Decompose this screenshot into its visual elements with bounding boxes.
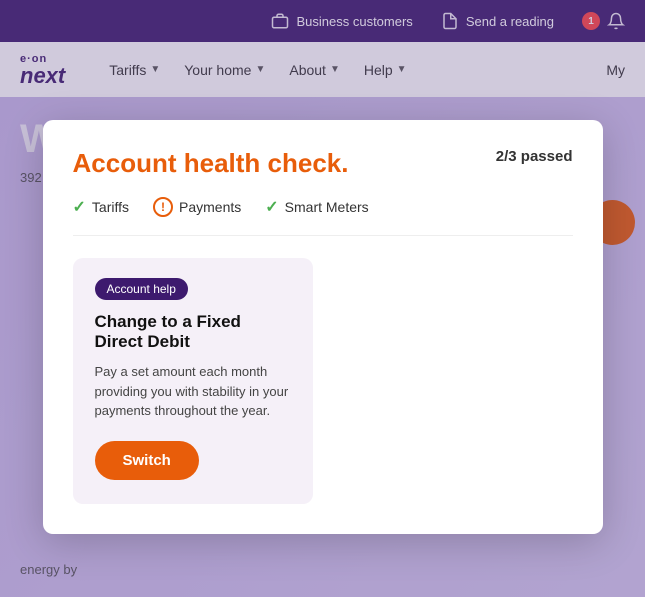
check-smart-meters: ✓ Smart Meters — [265, 197, 368, 217]
check-smart-meters-label: Smart Meters — [285, 199, 369, 215]
checkmark-icon: ✓ — [265, 197, 278, 217]
account-help-card: Account help Change to a Fixed Direct De… — [73, 258, 313, 504]
warning-icon: ! — [153, 197, 173, 217]
modal-overlay: Account health check. 2/3 passed ✓ Tarif… — [0, 0, 645, 597]
card-title: Change to a Fixed Direct Debit — [95, 312, 291, 352]
check-tariffs-label: Tariffs — [92, 199, 129, 215]
check-payments: ! Payments — [153, 197, 241, 217]
modal-title: Account health check. — [73, 148, 349, 179]
check-tariffs: ✓ Tariffs — [73, 197, 130, 217]
health-check-modal: Account health check. 2/3 passed ✓ Tarif… — [43, 120, 603, 534]
card-tag: Account help — [95, 278, 188, 300]
checkmark-icon: ✓ — [73, 197, 86, 217]
check-payments-label: Payments — [179, 199, 241, 215]
passed-badge: 2/3 passed — [496, 148, 573, 165]
switch-button[interactable]: Switch — [95, 441, 199, 480]
checks-row: ✓ Tariffs ! Payments ✓ Smart Meters — [73, 197, 573, 236]
modal-header: Account health check. 2/3 passed — [73, 148, 573, 179]
card-body: Pay a set amount each month providing yo… — [95, 362, 291, 421]
